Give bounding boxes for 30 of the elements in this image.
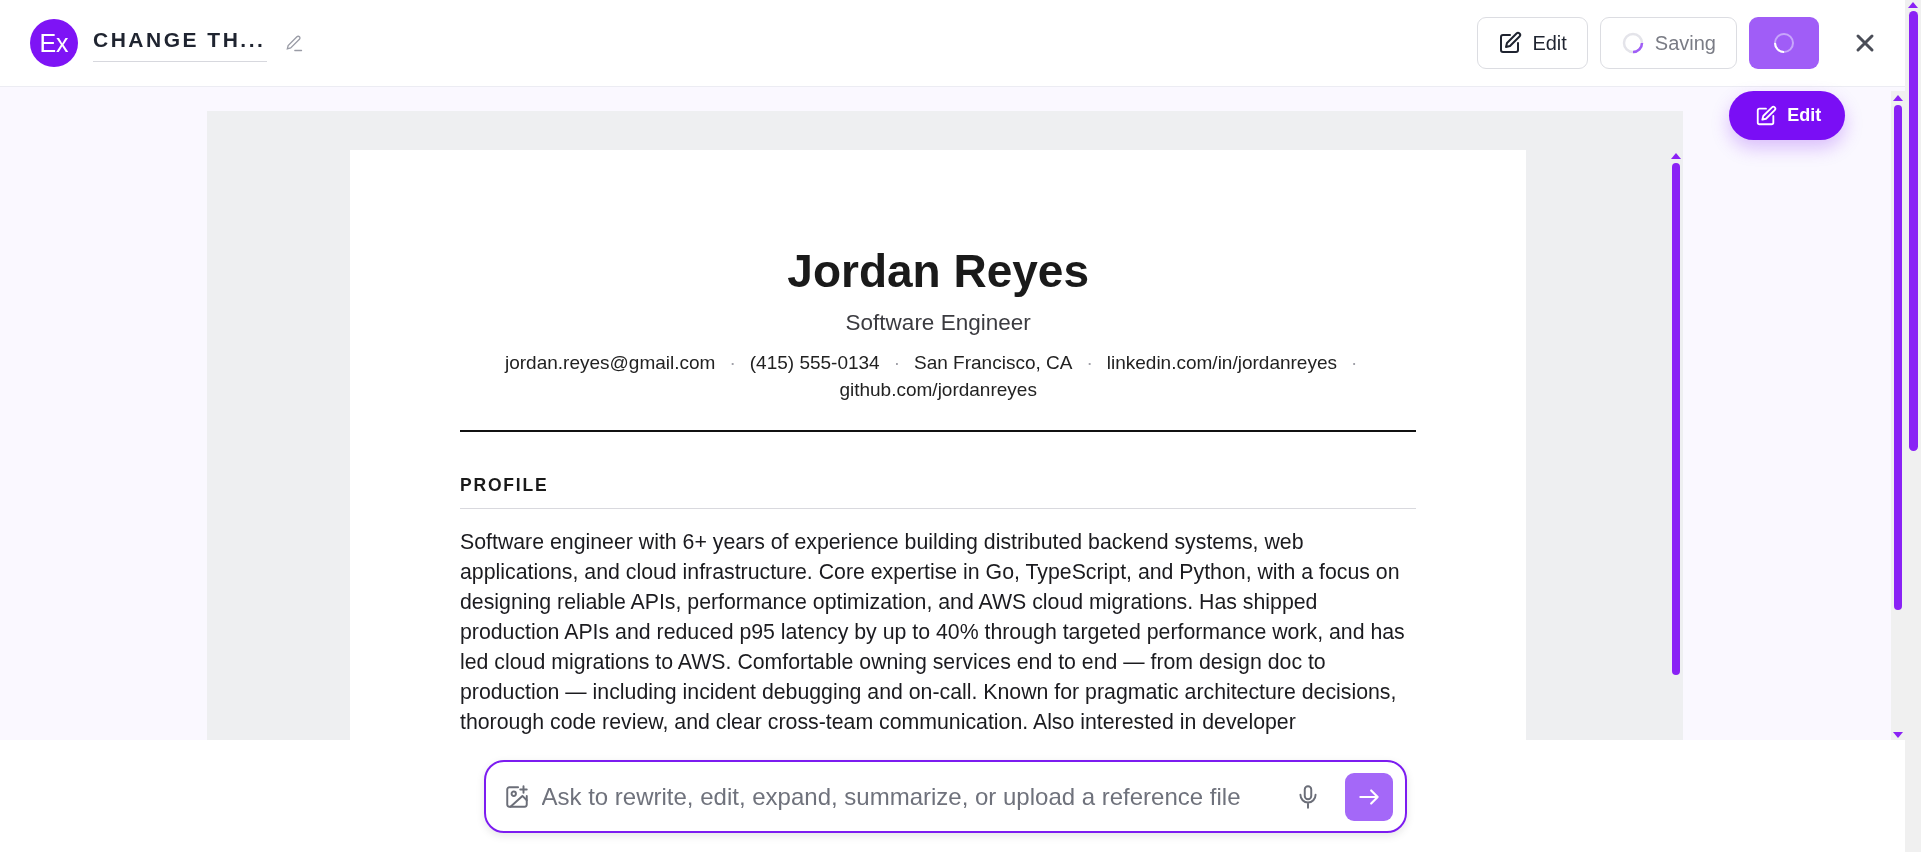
spinner-icon xyxy=(1772,31,1796,55)
pencil-icon[interactable] xyxy=(284,33,305,53)
document-title[interactable]: CHANGE TH... xyxy=(93,24,268,62)
send-button[interactable] xyxy=(1344,772,1393,821)
contact-info: (415) 555-0134 xyxy=(749,351,880,375)
edit-button[interactable]: Edit xyxy=(1729,91,1846,140)
edit-button[interactable]: Edit xyxy=(1477,17,1588,69)
contact-info: github.com/jordanreyes xyxy=(839,378,1037,402)
contact-info: San Francisco, CA xyxy=(914,351,1073,375)
edit-icon xyxy=(1755,104,1778,127)
page-scrollbar[interactable] xyxy=(1905,0,1921,852)
separator-dot: · xyxy=(729,351,736,375)
avatar: Ex xyxy=(30,19,78,67)
prompt-field[interactable]: Ask to rewrite, edit, expand, summarize, or upload a reference file xyxy=(539,781,1285,812)
separator-dot: · xyxy=(1086,351,1093,375)
image-add-icon[interactable] xyxy=(503,783,530,810)
spinner-icon xyxy=(1620,31,1645,55)
saving-button[interactable]: Saving xyxy=(1599,17,1737,69)
separator-dot: · xyxy=(893,351,900,375)
composer-box[interactable]: Ask to rewrite, edit, expand, summarize, or upload a reference file xyxy=(483,760,1407,833)
edit-icon xyxy=(1498,31,1523,55)
job-title: Software Engineer xyxy=(844,310,1032,336)
loading-button[interactable] xyxy=(1749,17,1819,69)
scrollbar[interactable] xyxy=(1891,91,1905,740)
contact-info: jordan.reyes@gmail.com xyxy=(505,351,716,375)
separator-dot: · xyxy=(1351,351,1358,375)
section-paragraph: Software engineer with 6+ years of experience building distributed backend systems, web applications, and cloud infrastructure. Core expertise in Go, TypeScript, and Python, with a focus on designing reliable APIs, performance optimization, and AWS cloud migrations. Has shipped production APIs and reduced p95 latency by up to 40% through targeted performance work, and has led cloud migrations to AWS. Comfortable owning services end to end — from design doc to production — including incident debugging and on-call. Known for pragmatic architecture decisions, thorough code review, and clear cross-team communication. Also interested in developer xyxy=(460,529,1406,736)
candidate-name: Jordan Reyes xyxy=(786,244,1090,298)
section-heading: PROFILE xyxy=(460,475,1417,509)
contact-info: linkedin.com/in/jordanreyes xyxy=(1106,351,1337,375)
